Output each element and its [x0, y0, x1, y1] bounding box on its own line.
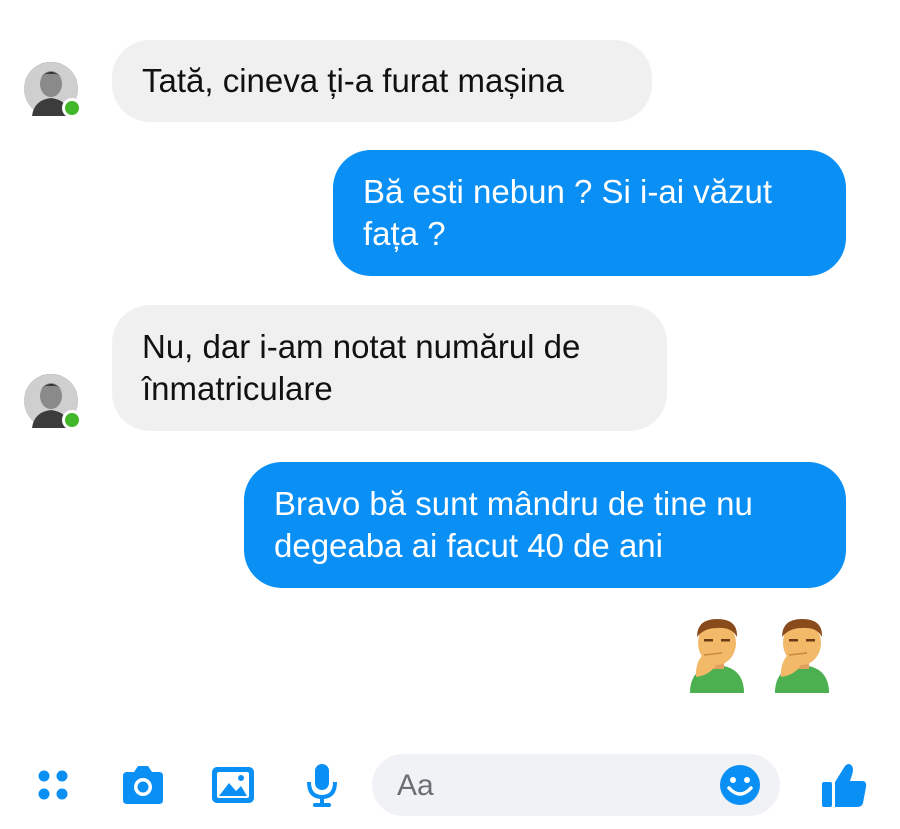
contact-avatar[interactable] [24, 62, 82, 118]
message-text-line-1: Bă esti nebun ? Si i-ai văzut [363, 173, 773, 210]
message-input[interactable]: Aa [372, 754, 780, 816]
emoji-icon[interactable] [718, 763, 762, 807]
apps-icon[interactable] [28, 760, 78, 810]
thumbs-up-icon[interactable] [815, 756, 873, 814]
man-facepalming-emoji [775, 619, 829, 693]
microphone-icon[interactable] [297, 760, 347, 810]
message-text-line-2: fața ? [363, 215, 446, 252]
online-status-dot [62, 410, 82, 430]
gallery-icon[interactable] [208, 760, 258, 810]
message-text-line-2: degeaba ai facut 40 de ani [274, 527, 663, 564]
message-outgoing-1[interactable]: Bă esti nebun ? Si i-ai văzut fața ? [333, 150, 846, 276]
message-incoming-1[interactable]: Tată, cineva ți-a furat mașina [112, 40, 652, 122]
online-status-dot [62, 98, 82, 118]
contact-avatar[interactable] [24, 374, 82, 430]
message-input-placeholder: Aa [397, 769, 434, 802]
camera-icon[interactable] [118, 760, 168, 810]
message-text-line-2: înmatriculare [142, 370, 333, 407]
message-incoming-2[interactable]: Nu, dar i-am notat numărul de înmatricul… [112, 305, 667, 431]
message-outgoing-2[interactable]: Bravo bă sunt mândru de tine nu degeaba … [244, 462, 846, 588]
message-text: Tată, cineva ți-a furat mașina [142, 62, 564, 99]
chat-thread: Tată, cineva ți-a furat mașina Bă esti n… [0, 0, 900, 740]
message-composer: Aa [0, 740, 900, 829]
message-text-line-1: Bravo bă sunt mândru de tine nu [274, 485, 753, 522]
man-facepalming-emoji [690, 619, 744, 693]
message-text-line-1: Nu, dar i-am notat numărul de [142, 328, 581, 365]
